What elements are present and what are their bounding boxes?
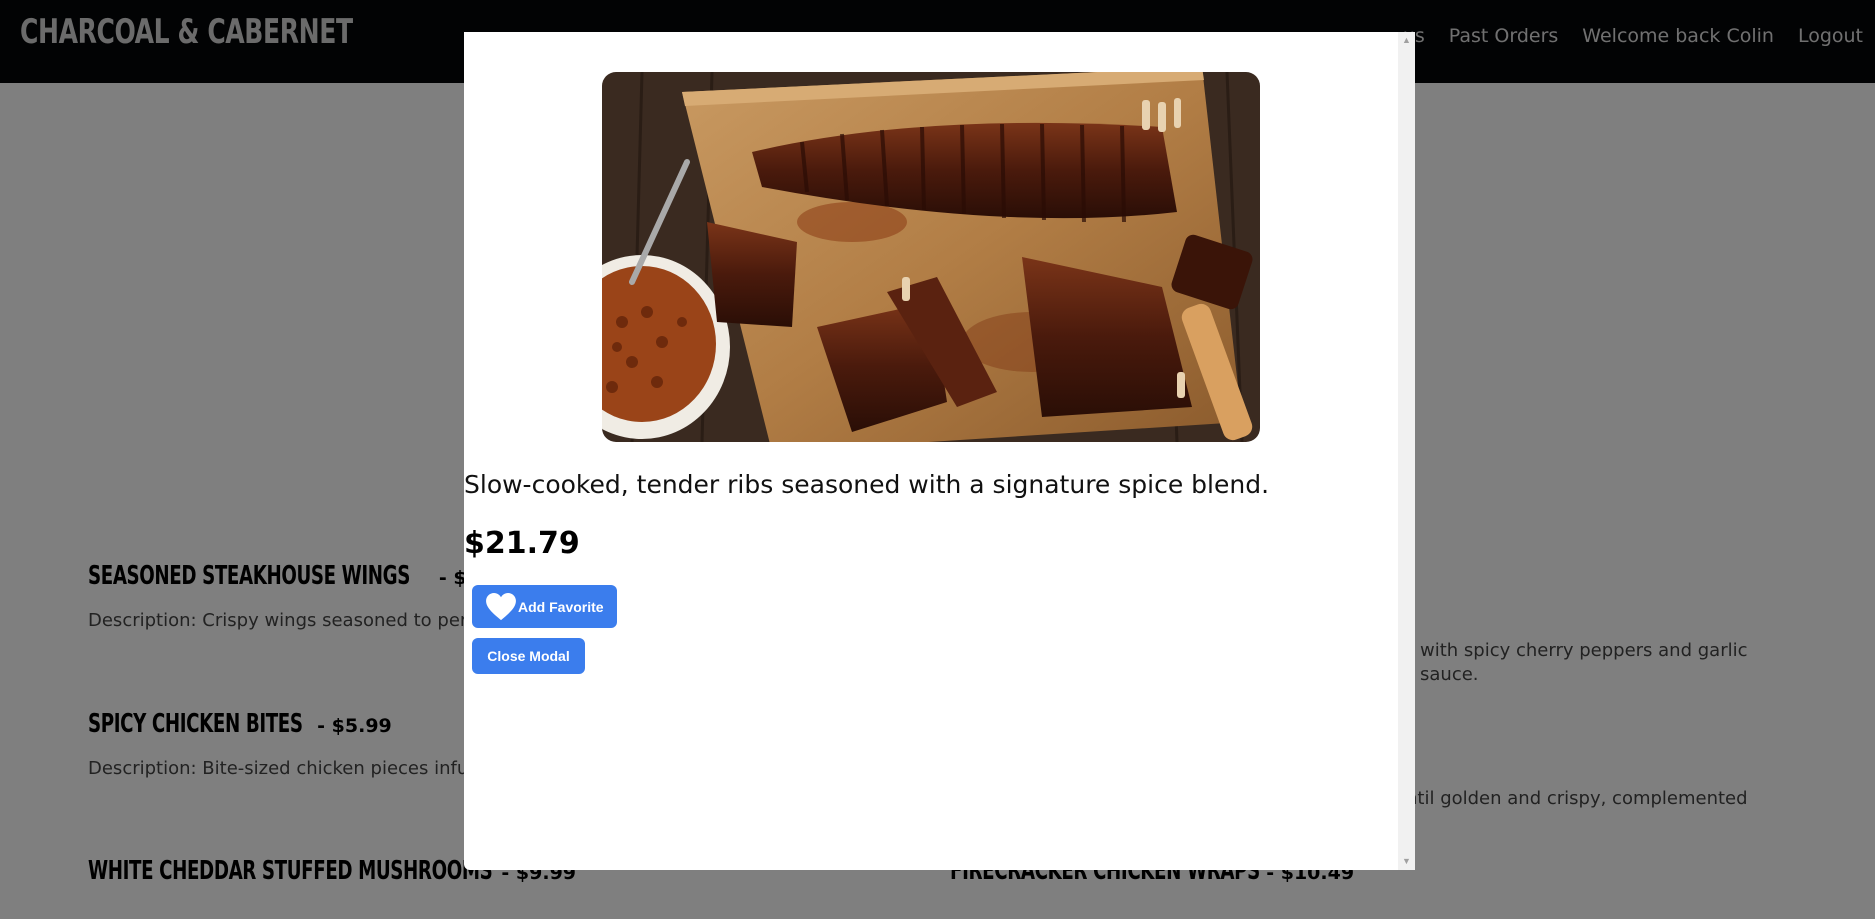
food-image bbox=[602, 72, 1260, 442]
item-description: Slow-cooked, tender ribs seasoned with a… bbox=[464, 470, 1270, 499]
add-favorite-button[interactable]: Add Favorite bbox=[472, 585, 617, 628]
modal-scrollbar[interactable]: ▲ ▼ bbox=[1398, 32, 1415, 870]
close-modal-button[interactable]: Close Modal bbox=[472, 638, 585, 674]
item-price: $21.79 bbox=[464, 526, 580, 561]
heart-icon bbox=[486, 592, 516, 620]
item-detail-modal: Slow-cooked, tender ribs seasoned with a… bbox=[464, 32, 1415, 870]
scroll-up-icon[interactable]: ▲ bbox=[1402, 36, 1411, 45]
ribs-illustration bbox=[602, 72, 1260, 442]
scroll-down-icon[interactable]: ▼ bbox=[1402, 857, 1411, 866]
add-favorite-label: Add Favorite bbox=[518, 598, 604, 615]
